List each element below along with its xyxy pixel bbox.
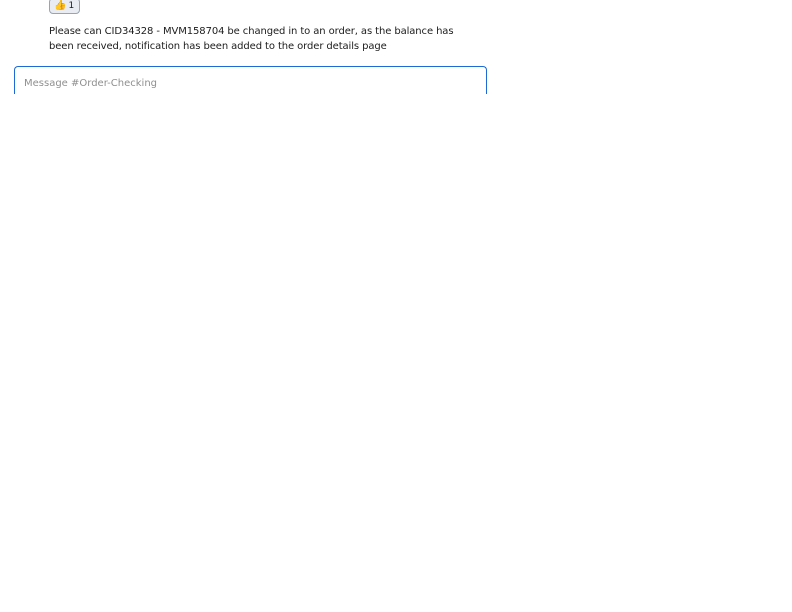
channel-view: 👍 1 Please can CID34328 - MVM158704 be c…: [0, 0, 792, 612]
message-input[interactable]: [24, 77, 464, 91]
message-composer[interactable]: [14, 66, 487, 94]
reaction-count: 1: [68, 1, 75, 11]
reaction-button[interactable]: 👍 1: [49, 0, 81, 14]
message-body: Please can CID34328 - MVM158704 be chang…: [49, 26, 454, 52]
thumbs-up-icon: 👍: [54, 0, 67, 11]
